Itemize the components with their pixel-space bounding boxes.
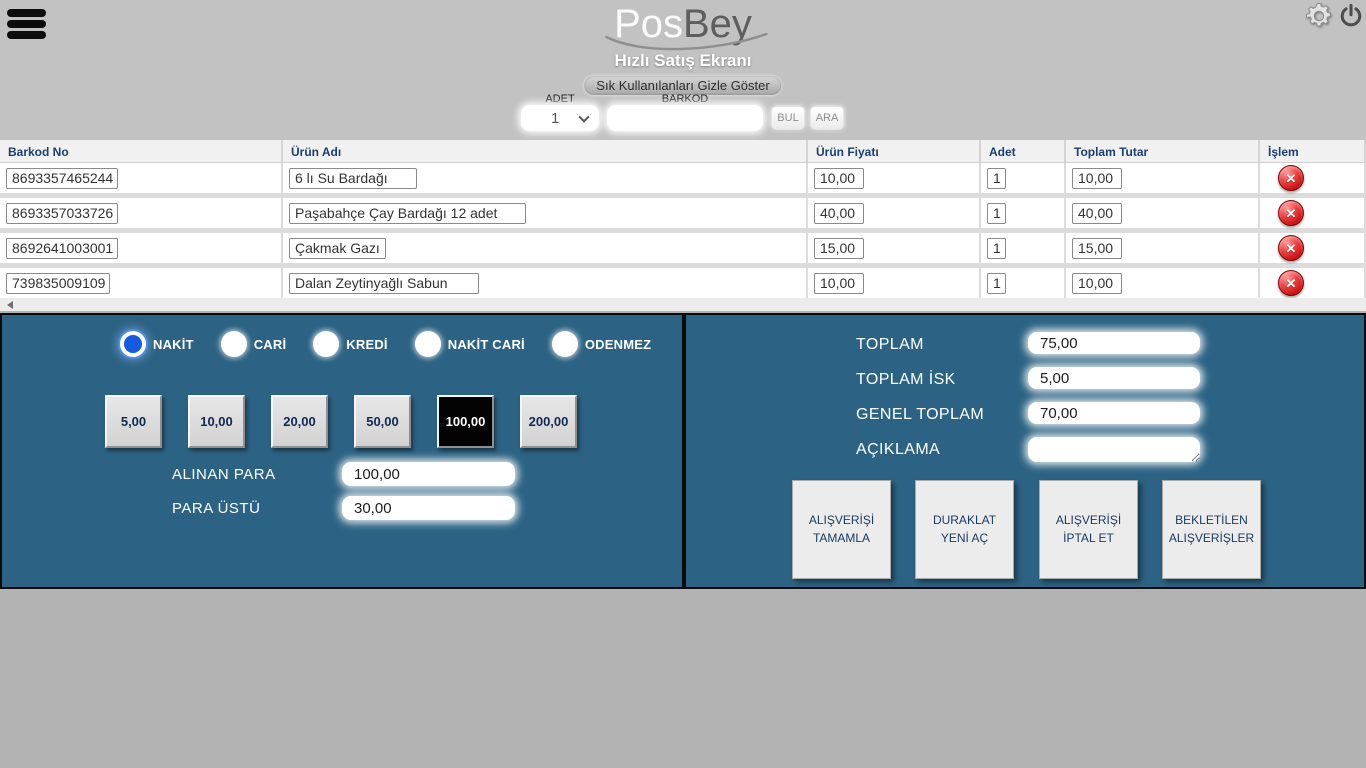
radio-button-icon[interactable] (221, 331, 247, 357)
row-price-input[interactable] (814, 203, 864, 224)
gear-icon (1304, 1, 1334, 31)
row-price-input[interactable] (814, 238, 864, 259)
column-header-urun-adi: Ürün Adı (283, 140, 808, 162)
payment-method-kredi[interactable]: KREDİ (313, 331, 387, 357)
quantity-select-wrapper: 1 (521, 105, 599, 131)
delete-x-icon: ✕ (1286, 277, 1297, 290)
totals-panel: TOPLAM TOPLAM İSK GENEL TOPLAM AÇIKLAMA … (684, 313, 1366, 589)
quantity-select[interactable]: 1 (521, 105, 599, 131)
row-product-input[interactable] (289, 203, 526, 224)
change-amount-input[interactable] (342, 496, 515, 520)
description-textarea[interactable] (1028, 437, 1200, 462)
table-row: ✕ (0, 233, 1366, 263)
row-qty-input[interactable] (987, 203, 1006, 224)
grand-total-input[interactable] (1028, 402, 1200, 424)
received-amount-label: ALINAN PARA (172, 463, 276, 487)
row-price-input[interactable] (814, 273, 864, 294)
row-price-input[interactable] (814, 168, 864, 189)
table-header-row: Barkod No Ürün Adı Ürün Fiyatı Adet Topl… (0, 140, 1366, 163)
row-barcode-input[interactable] (6, 238, 118, 259)
table-row: ✕ (0, 163, 1366, 193)
cancel-sale-button[interactable]: ALIŞVERİŞİ İPTAL ET (1039, 480, 1138, 579)
description-label: AÇIKLAMA (856, 438, 940, 461)
logo-swoosh (601, 33, 771, 53)
row-barcode-input[interactable] (6, 273, 110, 294)
barcode-input[interactable] (607, 105, 763, 131)
row-total-input[interactable] (1072, 168, 1122, 189)
settings-button[interactable] (1303, 1, 1335, 33)
denomination-20-button[interactable]: 20,00 (271, 395, 328, 448)
total-discount-input[interactable] (1028, 367, 1200, 389)
find-button[interactable]: BUL (771, 106, 805, 130)
pause-and-new-button[interactable]: DURAKLAT YENİ AÇ (915, 480, 1014, 579)
delete-x-icon: ✕ (1286, 207, 1297, 220)
change-amount-label: PARA ÜSTÜ (172, 497, 260, 521)
denomination-200-button[interactable]: 200,00 (520, 395, 577, 448)
radio-button-icon[interactable] (552, 331, 578, 357)
search-button[interactable]: ARA (810, 106, 844, 130)
payment-method-nakit-cari[interactable]: NAKİT CARİ (415, 331, 525, 357)
quantity-label: ADET (521, 93, 599, 105)
payment-panel: NAKİT CARİ KREDİ NAKİT CARİ ODENMEZ 5,00… (0, 313, 684, 589)
table-row: ✕ (0, 198, 1366, 228)
row-total-input[interactable] (1072, 203, 1122, 224)
denomination-100-button[interactable]: 100,00 (437, 395, 494, 448)
delete-x-icon: ✕ (1286, 172, 1297, 185)
total-label: TOPLAM (856, 333, 924, 356)
denomination-5-button[interactable]: 5,00 (105, 395, 162, 448)
column-header-barkod-no: Barkod No (0, 140, 283, 162)
row-qty-input[interactable] (987, 168, 1006, 189)
delete-x-icon: ✕ (1286, 242, 1297, 255)
column-header-urun-fiyati: Ürün Fiyatı (808, 140, 981, 162)
scroll-left-arrow-icon[interactable] (7, 301, 13, 309)
payment-method-group: NAKİT CARİ KREDİ NAKİT CARİ ODENMEZ (120, 331, 678, 357)
top-header: PosBey Hızlı Satış Ekranı Sık Kullanılan… (0, 0, 1366, 140)
radio-button-icon[interactable] (120, 331, 146, 357)
radio-button-icon[interactable] (313, 331, 339, 357)
payment-method-cari[interactable]: CARİ (221, 331, 287, 357)
row-qty-input[interactable] (987, 238, 1006, 259)
delete-row-button[interactable]: ✕ (1278, 270, 1304, 296)
complete-sale-button[interactable]: ALIŞVERİŞİ TAMAMLA (792, 480, 891, 579)
row-total-input[interactable] (1072, 238, 1122, 259)
power-icon (1338, 3, 1364, 29)
column-header-islem: İşlem (1260, 140, 1366, 162)
barcode-label: BARKOD (607, 93, 763, 105)
column-header-adet: Adet (981, 140, 1066, 162)
delete-row-button[interactable]: ✕ (1278, 235, 1304, 261)
grand-total-label: GENEL TOPLAM (856, 403, 984, 426)
denomination-10-button[interactable]: 10,00 (188, 395, 245, 448)
row-barcode-input[interactable] (6, 203, 118, 224)
page-title: Hızlı Satış Ekranı (0, 51, 1366, 71)
row-product-input[interactable] (289, 168, 417, 189)
table-row: ✕ (0, 268, 1366, 298)
radio-button-icon[interactable] (415, 331, 441, 357)
received-amount-input[interactable] (342, 462, 515, 486)
row-qty-input[interactable] (987, 273, 1006, 294)
row-barcode-input[interactable] (6, 168, 118, 189)
payment-method-nakit[interactable]: NAKİT (120, 331, 194, 357)
denomination-buttons: 5,00 10,00 20,00 50,00 100,00 200,00 (105, 395, 603, 448)
row-product-input[interactable] (289, 273, 479, 294)
pos-quick-sale-screen: PosBey Hızlı Satış Ekranı Sık Kullanılan… (0, 0, 1366, 768)
held-sales-button[interactable]: BEKLETİLEN ALIŞVERİŞLER (1162, 480, 1261, 579)
total-input[interactable] (1028, 332, 1200, 354)
total-discount-label: TOPLAM İSK (856, 368, 956, 391)
denomination-50-button[interactable]: 50,00 (354, 395, 411, 448)
row-product-input[interactable] (289, 238, 386, 259)
power-button[interactable] (1337, 3, 1365, 31)
column-header-toplam-tutar: Toplam Tutar (1066, 140, 1260, 162)
horizontal-scrollbar[interactable] (0, 298, 1366, 311)
cart-table: Barkod No Ürün Adı Ürün Fiyatı Adet Topl… (0, 140, 1366, 298)
delete-row-button[interactable]: ✕ (1278, 200, 1304, 226)
row-total-input[interactable] (1072, 273, 1122, 294)
payment-method-odenmez[interactable]: ODENMEZ (552, 331, 651, 357)
delete-row-button[interactable]: ✕ (1278, 165, 1304, 191)
